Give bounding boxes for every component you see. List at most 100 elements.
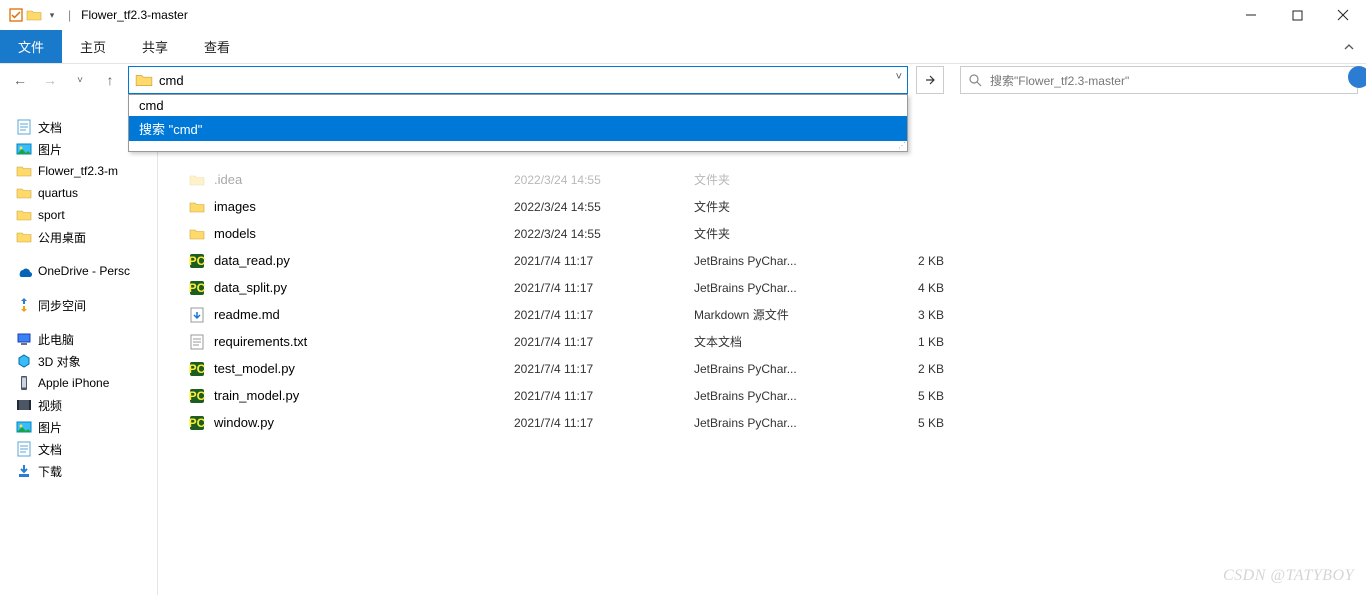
file-name: models [214,226,514,241]
nav-item[interactable]: 图片 [0,416,157,438]
qat-dropdown-icon[interactable] [8,7,24,23]
tab-home[interactable]: 主页 [62,30,124,63]
search-icon [969,74,982,87]
nav-item-label: quartus [38,186,78,200]
file-row[interactable]: PCwindow.py2021/7/4 11:17JetBrains PyCha… [188,409,1366,436]
svg-text:PC: PC [189,254,205,268]
close-button[interactable] [1320,0,1366,30]
nav-item-label: Flower_tf2.3-m [38,164,118,178]
py-icon: PC [188,360,206,378]
go-button[interactable] [916,66,944,94]
nav-item-label: 此电脑 [38,331,74,348]
svg-text:PC: PC [189,416,205,430]
file-type: JetBrains PyChar... [694,362,884,376]
chevron-down-icon[interactable]: ▾ [44,7,60,23]
nav-item[interactable]: 同步空间 [0,294,157,316]
maximize-button[interactable] [1274,0,1320,30]
file-size: 5 KB [884,416,944,430]
nav-item-label: sport [38,208,65,222]
nav-item-label: 图片 [38,419,62,436]
file-size: 5 KB [884,389,944,403]
file-type: JetBrains PyChar... [694,416,884,430]
file-row[interactable]: images2022/3/24 14:55文件夹 [188,193,1366,220]
back-button[interactable]: ← [8,68,32,92]
navigation-pane[interactable]: 文档图片Flower_tf2.3-mquartussport公用桌面OneDri… [0,96,158,595]
file-type: 文件夹 [694,198,884,215]
nav-item[interactable]: Flower_tf2.3-m [0,160,157,182]
file-date: 2021/7/4 11:17 [514,389,694,403]
nav-item-label: 图片 [38,141,62,158]
svg-text:PC: PC [189,281,205,295]
file-list-area[interactable]: 大小 .idea2022/3/24 14:55文件夹images2022/3/2… [158,96,1366,595]
file-date: 2021/7/4 11:17 [514,308,694,322]
video-icon [16,397,32,413]
nav-item-label: 文档 [38,119,62,136]
recent-dropdown-icon[interactable]: ˅ [68,68,92,92]
help-icon[interactable] [1348,66,1366,88]
file-name: images [214,199,514,214]
file-size: 2 KB [884,362,944,376]
forward-button[interactable]: → [38,68,62,92]
file-date: 2022/3/24 14:55 [514,227,694,241]
file-name: test_model.py [214,361,514,376]
folder-icon [16,185,32,201]
file-date: 2022/3/24 14:55 [514,173,694,187]
nav-item[interactable]: 3D 对象 [0,350,157,372]
file-row[interactable]: PCdata_read.py2021/7/4 11:17JetBrains Py… [188,247,1366,274]
pc-icon [16,331,32,347]
search-placeholder: 搜索"Flower_tf2.3-master" [990,72,1129,89]
nav-item[interactable]: 视频 [0,394,157,416]
md-icon [188,306,206,324]
file-row[interactable]: readme.md2021/7/4 11:17Markdown 源文件3 KB [188,301,1366,328]
svg-text:PC: PC [189,389,205,403]
file-row[interactable]: PC test_model.py2021/7/4 11:17JetBrains P… [188,355,1366,382]
nav-item[interactable]: Apple iPhone [0,372,157,394]
file-date: 2021/7/4 11:17 [514,362,694,376]
file-type: JetBrains PyChar... [694,281,884,295]
address-input[interactable] [159,73,879,88]
py-icon: PC [188,279,206,297]
watermark: CSDN @TATYBOY [1223,567,1354,585]
file-row[interactable]: PC train_model.py2021/7/4 11:17JetBrains … [188,382,1366,409]
autocomplete-item[interactable]: cmd [129,95,907,116]
folder-icon [188,225,206,243]
file-name: data_split.py [214,280,514,295]
folder-icon [188,171,206,189]
search-box[interactable]: 搜索"Flower_tf2.3-master" [960,66,1358,94]
nav-item[interactable]: 文档 [0,438,157,460]
chevron-down-icon[interactable]: ˅ [896,71,902,83]
file-name: .idea [214,172,514,187]
file-row[interactable]: .idea2022/3/24 14:55文件夹 [188,166,1366,193]
file-size: 3 KB [884,308,944,322]
nav-item-label: OneDrive - Persc [38,264,130,278]
file-type: JetBrains PyChar... [694,389,884,403]
sync-icon [16,297,32,313]
nav-item[interactable]: quartus [0,182,157,204]
tab-file[interactable]: 文件 [0,30,62,63]
file-row[interactable]: PCdata_split.py2021/7/4 11:17JetBrains P… [188,274,1366,301]
tab-view[interactable]: 查看 [186,30,248,63]
ribbon-collapse-icon[interactable] [1338,36,1360,58]
py-icon: PC [188,252,206,270]
autocomplete-item-selected[interactable]: 搜索 "cmd" [129,116,907,141]
tab-share[interactable]: 共享 [124,30,186,63]
minimize-button[interactable] [1228,0,1274,30]
nav-item[interactable]: 下载 [0,460,157,482]
3d-icon [16,353,32,369]
folder-icon [16,163,32,179]
nav-item[interactable]: 公用桌面 [0,226,157,248]
address-bar[interactable]: ˅ [128,66,908,94]
nav-item[interactable]: OneDrive - Persc [0,260,157,282]
file-type: 文件夹 [694,225,884,242]
py-icon: PC [188,414,206,432]
file-date: 2022/3/24 14:55 [514,200,694,214]
pic-icon [16,419,32,435]
nav-item[interactable]: sport [0,204,157,226]
file-row[interactable]: models2022/3/24 14:55文件夹 [188,220,1366,247]
resize-grip-icon[interactable]: ⋰ [129,141,907,151]
file-name: train_model.py [214,388,514,403]
file-row[interactable]: requirements.txt2021/7/4 11:17文本文档1 KB [188,328,1366,355]
nav-item[interactable]: 此电脑 [0,328,157,350]
nav-item-label: Apple iPhone [38,376,109,390]
up-button[interactable]: ↑ [98,68,122,92]
